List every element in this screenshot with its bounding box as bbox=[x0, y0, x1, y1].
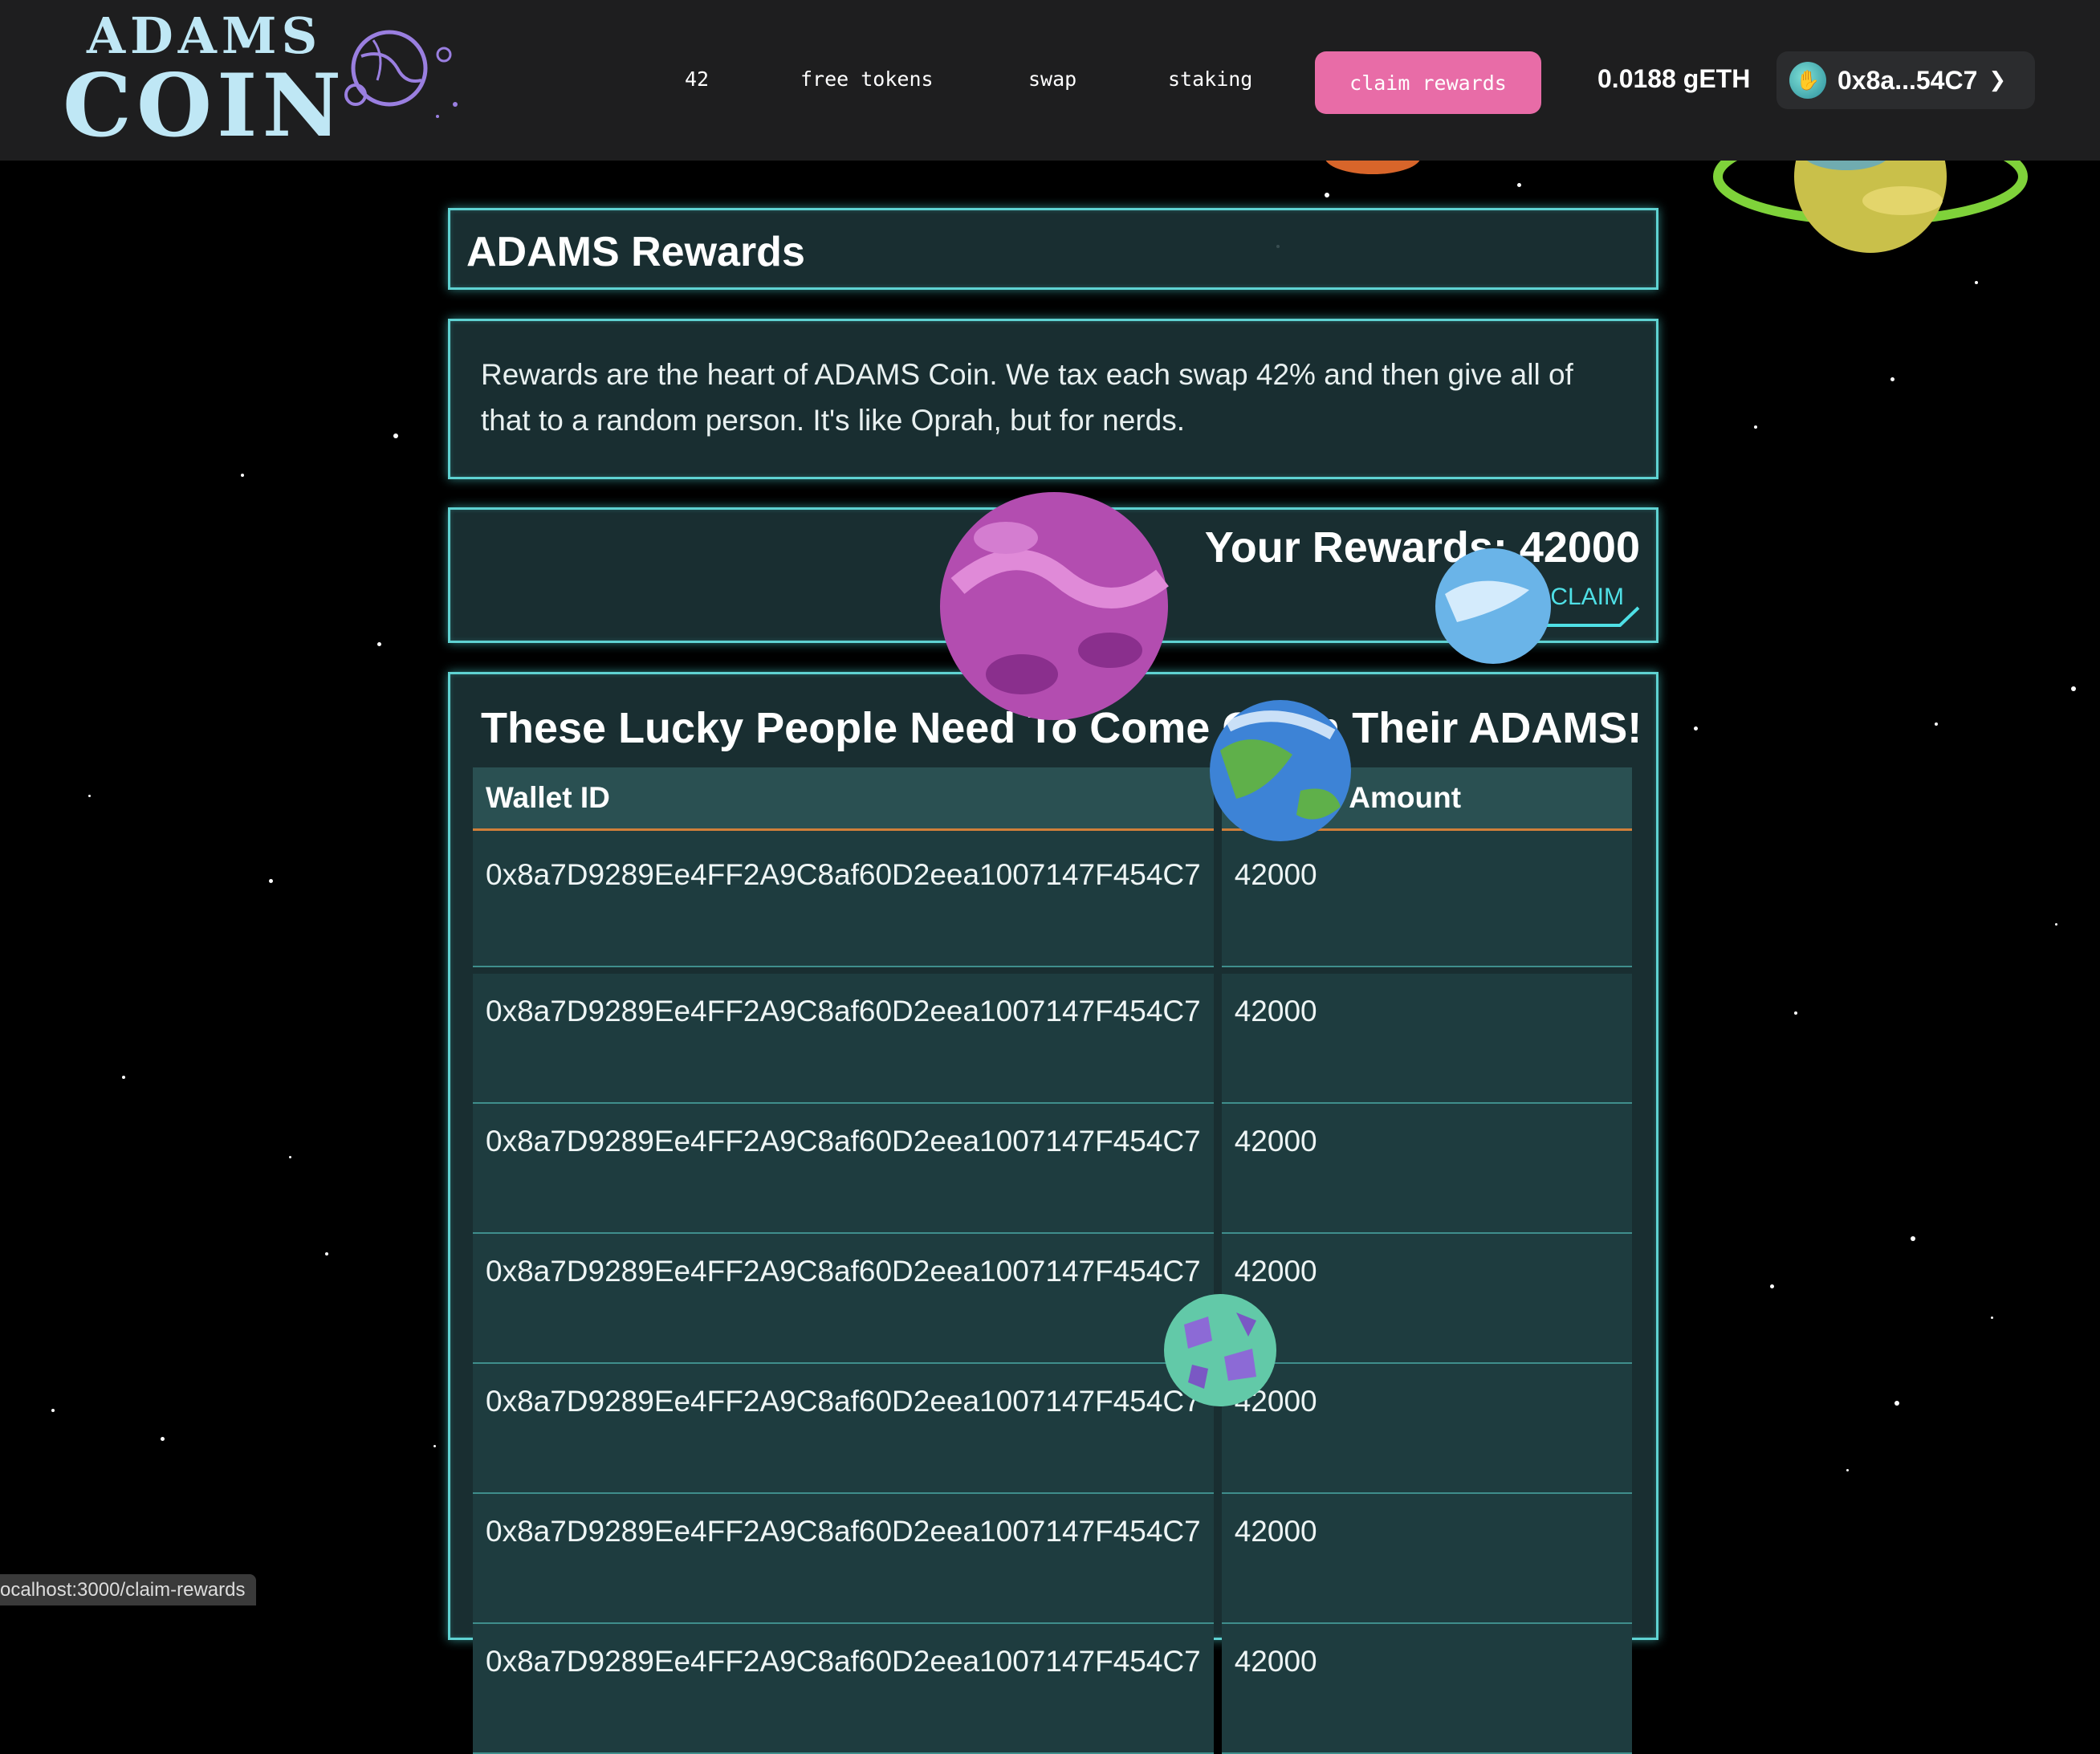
reward-amount-cell: 42000 bbox=[1221, 831, 1632, 967]
wallet-id-cell: 0x8a7D9289Ee4FF2A9C8af60D2eea1007147F454… bbox=[473, 1624, 1214, 1754]
reward-amount-cell: 42000 bbox=[1221, 1104, 1632, 1234]
column-header-wallet-id: Wallet ID bbox=[473, 767, 1214, 831]
pink-planet-decoration bbox=[940, 492, 1169, 720]
nav-link-free-tokens[interactable]: free tokens bbox=[800, 67, 934, 91]
logo-line-1: ADAMS bbox=[86, 6, 323, 65]
table-row: 0x8a7D9289Ee4FF2A9C8af60D2eea1007147F454… bbox=[473, 974, 1632, 1104]
wallet-account-button[interactable]: ✋ 0x8a...54C7 ❯ bbox=[1776, 51, 2035, 109]
wallet-id-cell: 0x8a7D9289Ee4FF2A9C8af60D2eea1007147F454… bbox=[473, 1364, 1214, 1494]
reward-amount-cell: 42000 bbox=[1221, 974, 1632, 1104]
unclaimed-rewards-panel: These Lucky People Need To Come Claim Th… bbox=[448, 672, 1658, 1754]
wallet-address: 0x8a...54C7 bbox=[1838, 65, 1978, 95]
wallet-id-cell: 0x8a7D9289Ee4FF2A9C8af60D2eea1007147F454… bbox=[473, 974, 1214, 1104]
claim-underline-icon bbox=[1544, 606, 1640, 627]
planet-logo-icon bbox=[344, 30, 458, 118]
top-navigation-bar: ADAMS COIN 42 free tokens swap staking c… bbox=[0, 0, 2100, 161]
wallet-id-cell: 0x8a7D9289Ee4FF2A9C8af60D2eea1007147F454… bbox=[473, 831, 1214, 967]
page-title: ADAMS Rewards bbox=[466, 229, 805, 275]
unclaimed-rewards-table: Wallet ID Reward Amount 0x8a7D9289Ee4FF2… bbox=[465, 767, 1640, 1754]
page-title-panel: ADAMS Rewards bbox=[448, 208, 1658, 290]
table-row: 0x8a7D9289Ee4FF2A9C8af60D2eea1007147F454… bbox=[473, 831, 1632, 967]
reward-amount-cell: 42000 bbox=[1221, 1624, 1632, 1754]
wallet-balance: 0.0188 gETH bbox=[1597, 64, 1751, 93]
chevron-down-icon: ❯ bbox=[1988, 68, 2007, 92]
claim-rewards-nav-button[interactable]: claim rewards bbox=[1315, 51, 1541, 114]
table-row: 0x8a7D9289Ee4FF2A9C8af60D2eea1007147F454… bbox=[473, 1364, 1632, 1494]
browser-status-bar-url: ocalhost:3000/claim-rewards bbox=[0, 1574, 257, 1605]
ice-planet-decoration bbox=[1435, 548, 1551, 664]
your-rewards-amount: Your Rewards: 42000 bbox=[1204, 523, 1640, 572]
logo-line-2: COIN bbox=[63, 55, 347, 157]
wallet-avatar-icon: ✋ bbox=[1789, 62, 1826, 99]
table-row: 0x8a7D9289Ee4FF2A9C8af60D2eea1007147F454… bbox=[473, 1104, 1632, 1234]
table-row: 0x8a7D9289Ee4FF2A9C8af60D2eea1007147F454… bbox=[473, 1624, 1632, 1754]
rewards-description: Rewards are the heart of ADAMS Coin. We … bbox=[481, 358, 1573, 437]
table-row: 0x8a7D9289Ee4FF2A9C8af60D2eea1007147F454… bbox=[473, 1234, 1632, 1364]
wallet-id-cell: 0x8a7D9289Ee4FF2A9C8af60D2eea1007147F454… bbox=[473, 1104, 1214, 1234]
table-row: 0x8a7D9289Ee4FF2A9C8af60D2eea1007147F454… bbox=[473, 1494, 1632, 1624]
green-rocky-planet-decoration bbox=[1164, 1294, 1276, 1406]
adams-coin-logo[interactable]: ADAMS COIN bbox=[63, 6, 347, 157]
wallet-id-cell: 0x8a7D9289Ee4FF2A9C8af60D2eea1007147F454… bbox=[473, 1234, 1214, 1364]
nav-link-staking[interactable]: staking bbox=[1168, 67, 1252, 91]
reward-amount-cell: 42000 bbox=[1221, 1364, 1632, 1494]
nav-link-swap[interactable]: swap bbox=[1028, 67, 1076, 91]
reward-amount-cell: 42000 bbox=[1221, 1234, 1632, 1364]
description-panel: Rewards are the heart of ADAMS Coin. We … bbox=[448, 319, 1658, 479]
earth-planet-decoration bbox=[1210, 700, 1351, 841]
wallet-id-cell: 0x8a7D9289Ee4FF2A9C8af60D2eea1007147F454… bbox=[473, 1494, 1214, 1624]
nav-link-42[interactable]: 42 bbox=[685, 67, 709, 91]
reward-amount-cell: 42000 bbox=[1221, 1494, 1632, 1624]
